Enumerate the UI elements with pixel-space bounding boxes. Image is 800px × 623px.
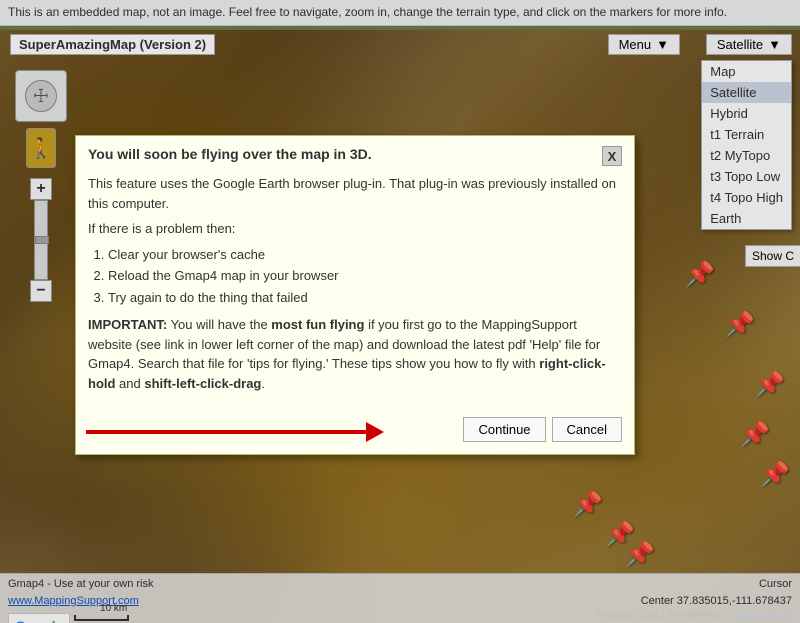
modal-steps: Clear your browser's cache Reload the Gm…	[108, 245, 622, 308]
arrow-head-icon	[366, 422, 384, 442]
modal-footer: Continue Cancel	[76, 409, 634, 454]
cancel-button[interactable]: Cancel	[552, 417, 622, 442]
modal-close-button[interactable]: X	[602, 146, 622, 166]
arrow-decoration	[86, 422, 384, 442]
arrow-line	[86, 430, 366, 434]
modal-important: IMPORTANT: You will have the most fun fl…	[88, 315, 622, 393]
modal-step-3: Try again to do the thing that failed	[108, 288, 622, 308]
continue-button[interactable]: Continue	[463, 417, 545, 442]
shift-click-text: shift-left-click-drag	[144, 376, 261, 391]
modal-dialog: You will soon be flying over the map in …	[75, 135, 635, 455]
modal-step-1: Clear your browser's cache	[108, 245, 622, 265]
modal-problem: If there is a problem then:	[88, 219, 622, 239]
modal-overlay: You will soon be flying over the map in …	[0, 0, 800, 623]
modal-body: This feature uses the Google Earth brows…	[76, 166, 634, 409]
modal-step-2: Reload the Gmap4 map in your browser	[108, 266, 622, 286]
modal-header: You will soon be flying over the map in …	[76, 136, 634, 166]
important-label: IMPORTANT:	[88, 317, 167, 332]
most-fun-flying: most fun flying	[271, 317, 364, 332]
modal-title: You will soon be flying over the map in …	[88, 146, 372, 162]
modal-para1: This feature uses the Google Earth brows…	[88, 174, 622, 213]
